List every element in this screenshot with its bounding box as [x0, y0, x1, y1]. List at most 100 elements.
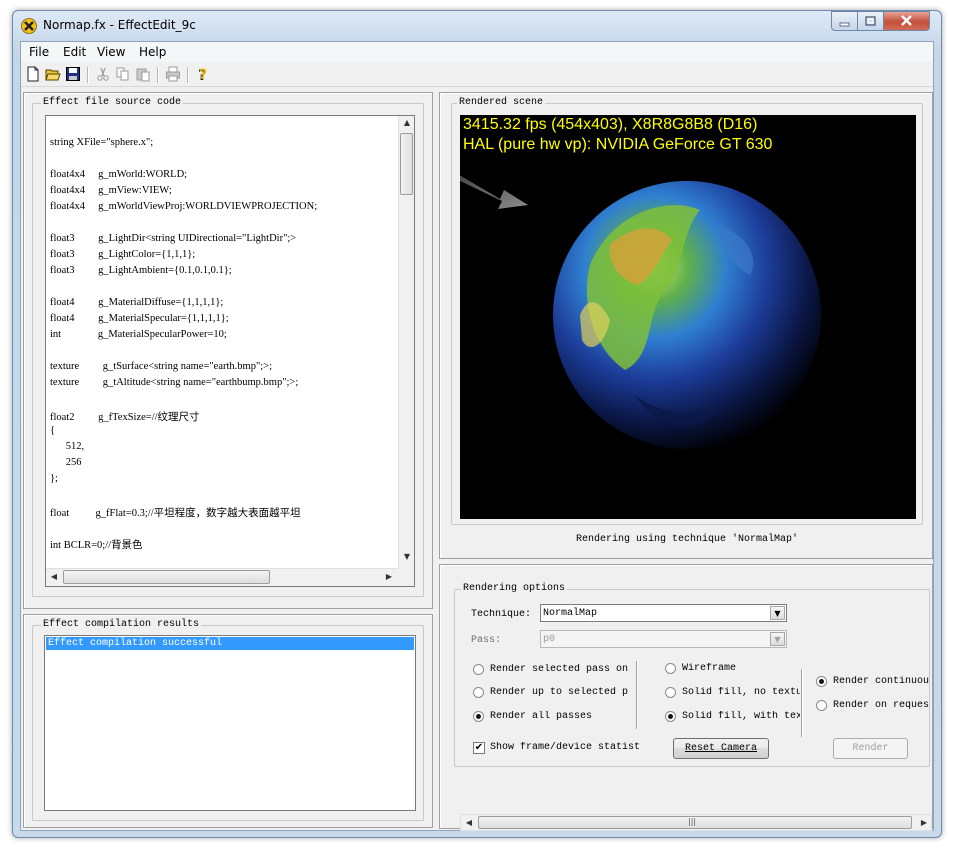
scroll-left-icon[interactable]: ◀ [46, 572, 62, 581]
code-line: float3 g_LightAmbient={0.1,0.1,0.1}; [50, 265, 232, 276]
menu-edit[interactable]: Edit [59, 44, 90, 60]
code-line: }; [50, 473, 58, 484]
menu-file[interactable]: File [25, 44, 53, 60]
chevron-down-icon[interactable]: ▼ [770, 632, 785, 646]
scroll-corner [398, 568, 414, 586]
light-direction-arrow-icon [460, 175, 528, 209]
options-separator [636, 661, 638, 729]
wireframe-label[interactable]: Wireframe [682, 663, 800, 674]
toolbar-separator [187, 67, 189, 83]
code-line: texture g_tSurface<string name="earth.bm… [50, 361, 272, 372]
reset-camera-button[interactable]: Reset Camera [673, 738, 769, 759]
technique-value: NormalMap [543, 608, 598, 619]
results-list[interactable]: Effect compilation successful [44, 635, 416, 811]
window-title: Normap.fx - EffectEdit_9c [43, 18, 196, 32]
scroll-up-icon[interactable]: ▲ [399, 118, 414, 127]
rendered-scene-graphic [460, 175, 821, 449]
pass-value: p0 [543, 634, 556, 645]
code-line: float g_fFlat=0.3;//平坦程度，数字越大表面越平坦 [50, 508, 301, 519]
render-selected-pass-radio[interactable] [473, 664, 484, 675]
menu-bar: File Edit View Help [21, 42, 933, 62]
scroll-right-icon[interactable]: ▶ [916, 818, 932, 827]
code-line: string XFile="sphere.x"; [50, 137, 154, 148]
scene-viewport[interactable]: 3415.32 fps (454x403), X8R8G8B8 (D16) HA… [460, 115, 916, 519]
solid-fill-no-texture-label[interactable]: Solid fill, no textu [682, 687, 800, 698]
app-window: Normap.fx - EffectEdit_9c File Edit View… [12, 10, 942, 838]
render-continuously-radio[interactable] [816, 676, 827, 687]
options-pane: Rendering options Technique: NormalMap ▼… [439, 564, 933, 831]
open-icon[interactable] [45, 66, 63, 84]
chevron-down-icon[interactable]: ▼ [770, 606, 785, 620]
show-stats-checkbox[interactable]: ✔ [473, 742, 485, 754]
new-icon[interactable] [25, 66, 43, 84]
scene-label: Rendered scene [457, 97, 546, 108]
code-line: 512, [50, 441, 85, 452]
render-up-to-selected-label[interactable]: Render up to selected p [490, 687, 630, 698]
copy-icon[interactable] [115, 66, 133, 84]
code-line: texture g_tAltitude<string name="earthbu… [50, 377, 299, 388]
wireframe-radio[interactable] [665, 663, 676, 674]
toolbar: ?? [21, 63, 933, 87]
svg-text:?: ? [199, 67, 207, 82]
options-horizontal-scrollbar[interactable]: ◀ ||| ▶ [460, 814, 932, 831]
client-area: File Edit View Help ? ? Effect file sour… [20, 41, 934, 831]
pass-select[interactable]: p0 ▼ [540, 630, 787, 648]
help-icon[interactable]: ?? [195, 66, 213, 84]
results-pane: Effect compilation results Effect compil… [23, 614, 433, 828]
scroll-thumb[interactable] [400, 133, 413, 195]
source-editor[interactable]: string XFile="sphere.x"; float4x4 g_mWor… [45, 115, 415, 587]
results-list-item[interactable]: Effect compilation successful [46, 637, 414, 650]
code-line: float4 g_MaterialSpecular={1,1,1,1}; [50, 313, 229, 324]
render-selected-pass-label[interactable]: Render selected pass on [490, 664, 630, 675]
code-line: int BCLR=0;//背景色 [50, 540, 143, 551]
source-label: Effect file source code [41, 97, 184, 108]
code-line: float4x4 g_mView:VIEW; [50, 185, 172, 196]
technique-select[interactable]: NormalMap ▼ [540, 604, 787, 622]
code-line: float4x4 g_mWorldViewProj:WORLDVIEWPROJE… [50, 201, 318, 212]
solid-fill-with-texture-label[interactable]: Solid fill, with tex [682, 711, 800, 722]
print-icon[interactable] [165, 66, 183, 84]
menu-help[interactable]: Help [135, 44, 170, 60]
code-line: float2 g_fTexSize=//纹理尺寸 [50, 412, 200, 423]
title-bar[interactable]: Normap.fx - EffectEdit_9c [13, 11, 941, 41]
solid-fill-with-texture-radio[interactable] [665, 711, 676, 722]
results-label: Effect compilation results [41, 619, 202, 630]
grip-icon: ||| [688, 817, 697, 826]
render-on-request-label[interactable]: Render on reques [833, 700, 930, 711]
scroll-left-icon[interactable]: ◀ [461, 818, 477, 827]
code-line: float4x4 g_mWorld:WORLD; [50, 169, 188, 180]
scene-pane: Rendered scene 3415.32 fps (454x403), X8… [439, 92, 933, 559]
code-line: 256 [50, 457, 82, 468]
source-vertical-scrollbar[interactable]: ▲ ▼ [398, 116, 414, 568]
scroll-right-icon[interactable]: ▶ [381, 572, 397, 581]
cut-icon[interactable] [95, 66, 113, 84]
render-on-request-radio[interactable] [816, 700, 827, 711]
menu-view[interactable]: View [93, 44, 129, 60]
options-label: Rendering options [461, 583, 568, 594]
code-line: int g_MaterialSpecularPower=10; [50, 329, 227, 340]
render-all-passes-radio[interactable] [473, 711, 484, 722]
close-window-button[interactable] [883, 11, 930, 31]
render-continuously-label[interactable]: Render continuou [833, 676, 930, 687]
code-line: float3 g_LightColor={1,1,1}; [50, 249, 196, 260]
source-horizontal-scrollbar[interactable]: ◀ ▶ [46, 568, 398, 586]
solid-fill-no-texture-radio[interactable] [665, 687, 676, 698]
source-pane: Effect file source code string XFile="sp… [23, 92, 433, 609]
paste-icon[interactable] [135, 66, 153, 84]
code-line: float4 g_MaterialDiffuse={1,1,1,1}; [50, 297, 224, 308]
scroll-thumb[interactable] [63, 570, 270, 584]
scroll-thumb[interactable]: ||| [478, 816, 912, 829]
toolbar-separator [157, 67, 159, 83]
app-icon [21, 18, 37, 34]
render-all-passes-label[interactable]: Render all passes [490, 711, 630, 722]
pass-label: Pass: [471, 635, 502, 646]
code-line: float3 g_LightDir<string UIDirectional="… [50, 233, 297, 244]
show-stats-label[interactable]: Show frame/device statist [490, 742, 644, 753]
minimize-button[interactable] [831, 11, 858, 31]
maximize-button[interactable] [857, 11, 884, 31]
render-up-to-selected-radio[interactable] [473, 687, 484, 698]
render-button[interactable]: Render [833, 738, 908, 759]
technique-label: Technique: [471, 609, 532, 620]
save-icon[interactable] [65, 66, 83, 84]
scroll-down-icon[interactable]: ▼ [399, 552, 414, 561]
